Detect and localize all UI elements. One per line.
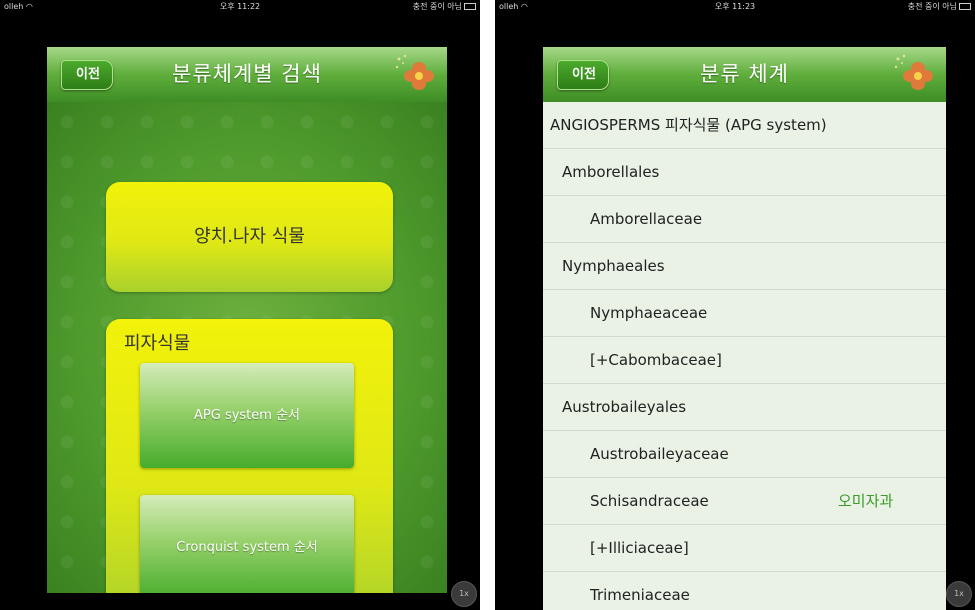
list-item[interactable]: [+Cabombaceae]	[543, 337, 946, 384]
app-view: 이전 분류 체계 ANGIOSPERMS 피자식물 (APG system) A…	[543, 47, 946, 610]
korean-name-label: 오미자과	[838, 492, 894, 510]
app-view: 이전 분류체계별 검색 양치.나자 식물 피자식물 APG system 순서 …	[47, 47, 447, 593]
list-item-label: Amborellaceae	[590, 210, 703, 228]
list-item[interactable]: Amborellaceae	[543, 196, 946, 243]
list-item[interactable]: Austrobaileyales	[543, 384, 946, 431]
status-time: 오후 11:23	[714, 2, 756, 11]
list-item[interactable]: [+Illiciaceae]	[543, 525, 946, 572]
angiosperm-panel: 피자식물 APG system 순서 Cronquist system 순서	[106, 319, 393, 593]
gymnosperm-button[interactable]: 양치.나자 식물	[106, 182, 393, 292]
list-item-label: Austrobaileyales	[562, 398, 687, 416]
list-item-label: Austrobaileyaceae	[590, 445, 729, 463]
list-item-label: Trimeniaceae	[590, 586, 690, 604]
list-item[interactable]: Schisandraceae 오미자과	[543, 478, 946, 525]
list-item-label: [+Illiciaceae]	[590, 539, 689, 557]
list-item-label: [+Cabombaceae]	[590, 351, 722, 369]
list-item-label: Nymphaeales	[562, 257, 665, 275]
content-area: 양치.나자 식물 피자식물 APG system 순서 Cronquist sy…	[47, 102, 447, 593]
list-item-label: Schisandraceae	[590, 492, 709, 510]
list-item[interactable]: Amborellales	[543, 149, 946, 196]
flower-icon	[395, 54, 434, 90]
cronquist-system-button[interactable]: Cronquist system 순서	[140, 495, 354, 593]
list-item[interactable]: Nymphaeaceae	[543, 290, 946, 337]
page-title: 분류체계별 검색	[172, 62, 322, 86]
screen-taxonomy-list: olleh ◠ 오후 11:23 충전 중이 아님 이전 분류 체계 ANGIO…	[495, 0, 975, 610]
list-item[interactable]: ANGIOSPERMS 피자식물 (APG system)	[543, 102, 946, 149]
list-item[interactable]: Trimeniaceae	[543, 572, 946, 610]
gymnosperm-label: 양치.나자 식물	[194, 226, 305, 247]
status-bar: olleh ◠ 오후 11:23 충전 중이 아님	[495, 0, 975, 14]
list-item-label: ANGIOSPERMS 피자식물 (APG system)	[550, 116, 827, 134]
status-time: 오후 11:22	[219, 2, 261, 11]
battery-icon	[464, 3, 476, 10]
charging-status: 충전 중이 아님	[412, 2, 462, 11]
zoom-button[interactable]: 1x	[451, 581, 477, 607]
page-title: 분류 체계	[700, 62, 789, 86]
header-bar: 이전 분류체계별 검색	[47, 47, 447, 102]
list-item-label: Nymphaeaceae	[590, 304, 708, 322]
angiosperm-title: 피자식물	[124, 333, 191, 354]
header-bar: 이전 분류 체계	[543, 47, 946, 102]
taxonomy-list: ANGIOSPERMS 피자식물 (APG system) Amborellal…	[543, 102, 946, 610]
screen-taxonomy-search: olleh ◠ 오후 11:22 충전 중이 아님 이전 분류체계별 검색 양치…	[0, 0, 480, 610]
status-bar: olleh ◠ 오후 11:22 충전 중이 아님	[0, 0, 480, 14]
charging-status: 충전 중이 아님	[907, 2, 957, 11]
list-item[interactable]: Austrobaileyaceae	[543, 431, 946, 478]
list-item[interactable]: Nymphaeales	[543, 243, 946, 290]
flower-icon	[894, 54, 933, 90]
battery-icon	[959, 3, 971, 10]
zoom-button[interactable]: 1x	[946, 581, 972, 607]
list-item-label: Amborellales	[562, 163, 660, 181]
apg-system-button[interactable]: APG system 순서	[140, 363, 354, 468]
